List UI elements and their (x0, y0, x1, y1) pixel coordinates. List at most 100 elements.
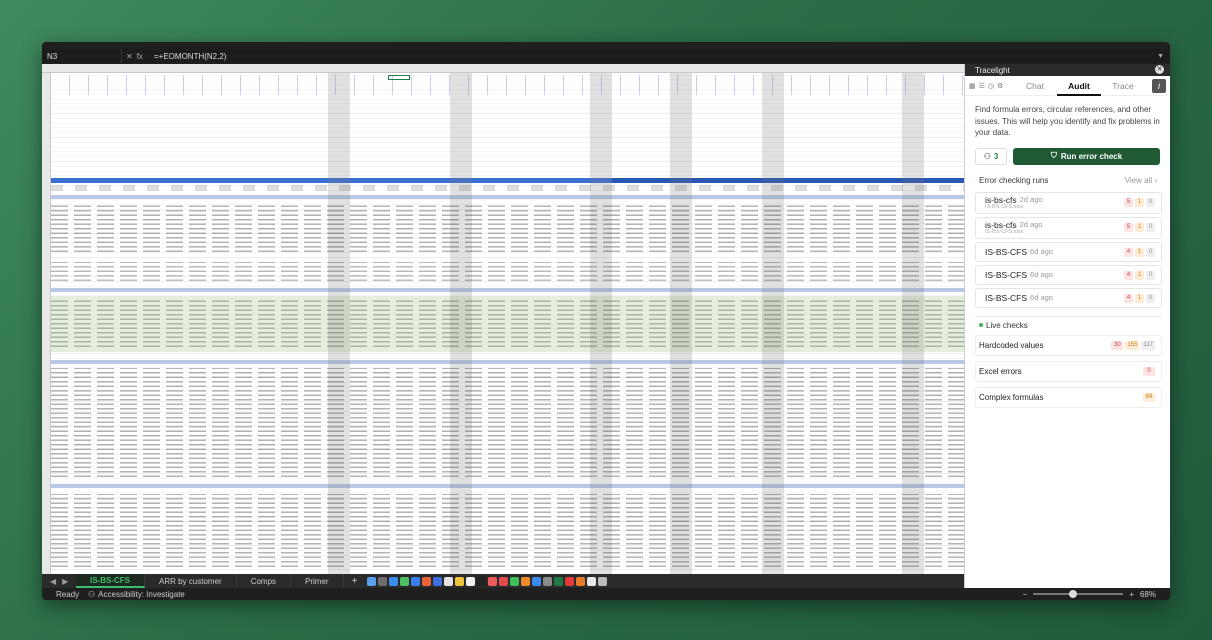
zoom-in-button[interactable]: + (1129, 590, 1134, 599)
tab-primer[interactable]: Primer (291, 574, 344, 588)
info-icon[interactable]: i (1152, 79, 1166, 93)
live-check-complex-formulas[interactable]: Complex formulas 69 (975, 386, 1162, 408)
finder-icon[interactable] (367, 577, 376, 586)
cancel-icon[interactable]: ✕ (126, 52, 133, 61)
tab-audit[interactable]: Audit (1057, 76, 1101, 96)
run-error-check-button[interactable]: ⛉ Run error check (1013, 147, 1160, 165)
live-check-badges: 69 (1143, 392, 1155, 402)
excel-icon[interactable] (554, 577, 563, 586)
tab-comps[interactable]: Comps (237, 574, 292, 588)
add-sheet-button[interactable]: + (344, 576, 366, 587)
formula-bar: N3 ✕ fx =+EOMONTH(N2,2) ▼ (42, 49, 1170, 63)
tab-trace[interactable]: Trace (1101, 76, 1145, 96)
panel-title: Tracelight (975, 65, 1010, 75)
info-count-badge: 0 (1146, 270, 1155, 280)
fx-icon[interactable]: fx (137, 52, 143, 61)
trash-icon[interactable] (598, 577, 607, 586)
reminders-icon[interactable] (466, 577, 475, 586)
accessibility-status[interactable]: ⚇ Accessibility: Investigate (88, 590, 185, 599)
name-box[interactable]: N3 (42, 49, 122, 63)
run-error-check-label: Run error check (1060, 151, 1123, 161)
period-labels (51, 185, 964, 191)
run-item[interactable]: is-bs-cfs 2d ago IS-BS-CFS.xlsx 5 1 0 (975, 191, 1162, 214)
warning-count-badge: 1 (1135, 270, 1144, 280)
formula-icons: ✕ fx (122, 52, 148, 61)
run-row: ⚇ 3 ⛉ Run error check (965, 139, 1170, 165)
run-file: IS-BS-CFS.xlsx (985, 203, 1024, 210)
zoom-slider[interactable] (1033, 590, 1124, 598)
shield-icon: ⛉ (1050, 151, 1057, 160)
macos-dock (367, 577, 607, 586)
facetime-icon[interactable] (433, 577, 442, 586)
user-count: 3 (993, 151, 999, 161)
column-headers[interactable] (42, 64, 964, 73)
list-icon[interactable]: ☰ (979, 82, 985, 90)
live-checks-header: Live checks (975, 321, 1162, 330)
live-check-label: Excel errors (979, 366, 1022, 376)
error-count-badge: 4 (1124, 247, 1133, 257)
app-icon[interactable] (576, 577, 585, 586)
row-headers[interactable] (42, 73, 51, 574)
photos-icon[interactable] (422, 577, 431, 586)
chrome-icon[interactable] (565, 577, 574, 586)
run-file: IS-BS-CFS.xlsx (985, 228, 1024, 235)
live-check-label: Complex formulas (979, 392, 1044, 402)
tv-icon[interactable] (477, 577, 486, 586)
live-check-excel-errors[interactable]: Excel errors 0 (975, 360, 1162, 382)
launchpad-icon[interactable] (378, 577, 387, 586)
mail-icon[interactable] (411, 577, 420, 586)
news-icon[interactable] (499, 577, 508, 586)
zoom-slider-knob[interactable] (1069, 590, 1078, 598)
run-time: 6d ago (1030, 247, 1053, 256)
zoom-out-button[interactable]: − (1023, 590, 1028, 599)
notes-icon[interactable] (455, 577, 464, 586)
close-icon[interactable]: ✕ (1155, 65, 1164, 74)
chevron-left-icon[interactable]: ◀ (50, 577, 56, 586)
runs-header: Error checking runs View all › (965, 165, 1170, 189)
safari-icon[interactable] (389, 577, 398, 586)
selected-cell[interactable] (388, 75, 410, 80)
live-checks: Live checks Hardcoded values 30 155 117 … (975, 315, 1162, 408)
error-count-badge: 4 (1124, 270, 1133, 280)
users-icon: ⚇ (983, 151, 991, 161)
run-item[interactable]: is-bs-cfs 2d ago IS-BS-CFS.xlsx 5 1 0 (975, 216, 1162, 239)
pages-icon[interactable] (521, 577, 530, 586)
numbers-icon[interactable] (510, 577, 519, 586)
run-item[interactable]: IS-BS-CFS 6d ago 4 1 0 (975, 241, 1162, 262)
data-rows (51, 494, 964, 570)
app-icon[interactable] (587, 577, 596, 586)
music-icon[interactable] (488, 577, 497, 586)
run-badges: 5 1 0 (1124, 197, 1155, 207)
app-store-icon[interactable] (532, 577, 541, 586)
tab-arr-by-customer[interactable]: ARR by customer (145, 574, 237, 588)
chevron-right-icon[interactable]: ▶ (62, 577, 68, 586)
tab-chat[interactable]: Chat (1013, 76, 1057, 96)
info-count-badge: 0 (1146, 222, 1155, 232)
panel-tabs: ▦ ☰ ◷ ⚙ Chat Audit Trace i (965, 76, 1170, 96)
info-count-badge: 0 (1146, 293, 1155, 303)
live-check-hardcoded-values[interactable]: Hardcoded values 30 155 117 (975, 334, 1162, 356)
spreadsheet-grid[interactable] (42, 64, 964, 574)
settings-icon[interactable]: ⚙ (997, 82, 1003, 90)
messages-icon[interactable] (400, 577, 409, 586)
users-button[interactable]: ⚇ 3 (975, 147, 1007, 165)
status-ready: Ready (56, 589, 80, 599)
run-time: 2d ago (1019, 219, 1043, 229)
history-icon[interactable]: ◷ (988, 82, 994, 90)
zoom-level: 68% (1139, 589, 1156, 599)
tab-is-bs-cfs[interactable]: IS-BS-CFS (76, 574, 145, 588)
data-rows (51, 262, 964, 284)
calendar-icon[interactable] (444, 577, 453, 586)
excel-window: N3 ✕ fx =+EOMONTH(N2,2) ▼ ◀ ▶ IS-BS-CFS … (42, 42, 1170, 600)
warning-count-badge: 69 (1143, 392, 1155, 402)
grid-icon[interactable]: ▦ (969, 82, 976, 90)
run-time: 6d ago (1030, 293, 1053, 302)
run-item[interactable]: IS-BS-CFS 6d ago 4 1 0 (975, 287, 1162, 308)
run-item[interactable]: IS-BS-CFS 6d ago 4 1 0 (975, 264, 1162, 285)
settings-icon[interactable] (543, 577, 552, 586)
info-count-badge: 117 (1141, 340, 1155, 350)
view-all-link[interactable]: View all › (1125, 176, 1157, 185)
data-rows (51, 205, 964, 255)
chevron-down-icon[interactable]: ▼ (1157, 53, 1164, 60)
formula-input[interactable]: =+EOMONTH(N2,2) (148, 52, 226, 61)
